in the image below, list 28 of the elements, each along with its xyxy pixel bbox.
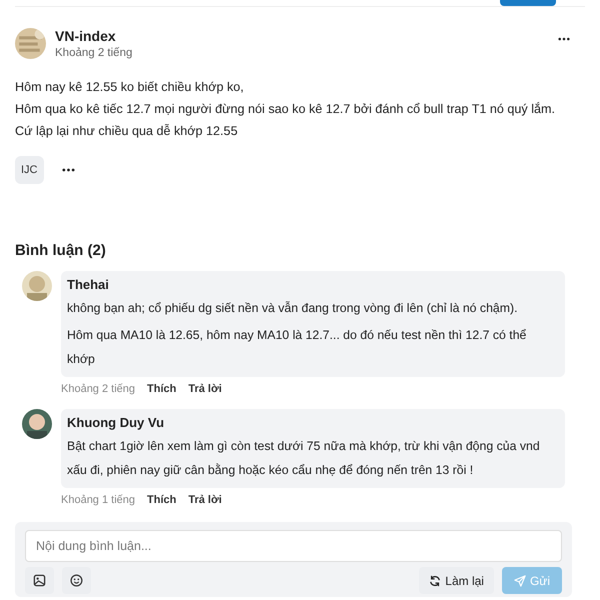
post-text: Hôm nay kê 12.55 ko biết chiều khớp ko,	[15, 79, 245, 96]
comment-text: không bạn ah; cổ phiếu dg siết nền và vẫn đang trong vòng đi lên (chỉ là nó chậm).	[67, 300, 519, 317]
reply-link[interactable]: Trả lời	[188, 494, 222, 506]
reset-button[interactable]: Làm lại	[419, 567, 494, 594]
image-button[interactable]	[25, 567, 54, 594]
send-icon	[514, 574, 526, 586]
comment-text: Hôm qua MA10 là 12.65, hôm nay MA10 là 12.7... do đó nếu test nền thì 12.7 có thể khớp	[67, 327, 528, 368]
stock-tag[interactable]: IJC	[15, 156, 44, 184]
emoji-button[interactable]	[62, 567, 91, 594]
like-link[interactable]: Thích	[147, 383, 176, 395]
smiley-icon	[70, 574, 83, 587]
post-text: Hôm qua ko kê tiếc 12.7 mọi người đừng nói sao ko kê 12.7 bởi đánh cổ bull trap T1 nó quý lắm.	[15, 101, 556, 118]
refresh-icon	[429, 574, 442, 586]
comment-text: Bật chart 1giờ lên xem làm gì còn test dưới 75 nữa mà khớp, trừ khi vận động của vnd xấu đi, phiên nay giữ cân bằng hoặc kéo cẩu nhẹ để đóng nến trên 13 rồi !	[67, 438, 541, 479]
comment-time: Khoảng 1 tiếng	[61, 494, 136, 506]
post-time: Khoảng 2 tiếng	[55, 47, 134, 59]
more-icon[interactable]	[558, 37, 570, 41]
comments-heading: Bình luận (2)	[14, 241, 107, 259]
commenter-name[interactable]: Khuong Duy Vu	[67, 415, 559, 431]
post-text: Cứ lập lại như chiều qua dễ khớp 12.55	[15, 123, 239, 140]
image-icon	[33, 574, 46, 587]
more-icon[interactable]	[62, 168, 74, 172]
comment-input[interactable]: Nội dung bình luận...	[25, 530, 562, 562]
like-link[interactable]: Thích	[147, 494, 176, 506]
reply-link[interactable]: Trả lời	[188, 383, 222, 395]
commenter-name[interactable]: Thehai	[67, 277, 559, 293]
author-name[interactable]: VN-index	[55, 28, 558, 44]
comment-time: Khoảng 2 tiếng	[61, 383, 136, 395]
